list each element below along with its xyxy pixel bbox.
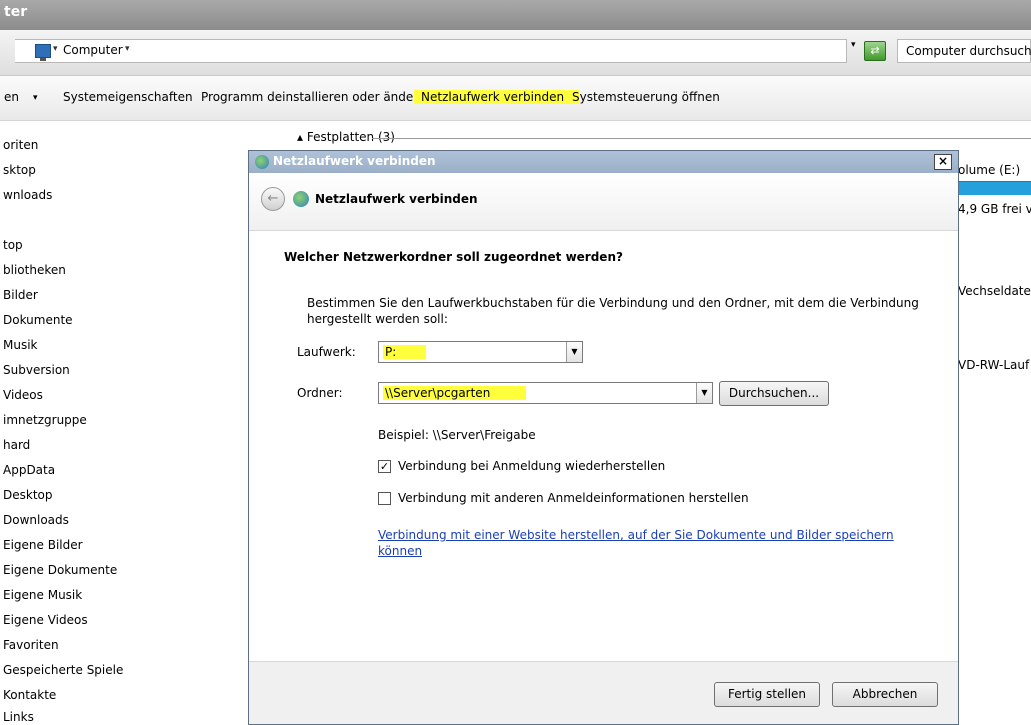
breadcrumb-dropdown-icon[interactable]: ▾ <box>125 44 130 54</box>
removable-storage[interactable]: Vechseldaten <box>958 284 1031 298</box>
map-network-drive-button[interactable]: Netzlaufwerk verbinden <box>414 90 580 104</box>
drive-label: Laufwerk: <box>297 345 356 359</box>
dialog-titlebar[interactable]: Netzlaufwerk verbinden <box>249 151 958 173</box>
dropdown-arrow-icon[interactable]: ▼ <box>696 383 712 403</box>
explorer-titlebar: ter <box>0 0 1031 30</box>
close-icon[interactable]: × <box>934 154 952 170</box>
drive-letter-select[interactable]: P: ▼ <box>378 341 583 363</box>
drive-free-space: 4,9 GB frei v <box>958 202 1031 216</box>
network-drive-icon <box>255 155 269 169</box>
group-header-harddisks[interactable]: ▴ Festplatten (3) <box>297 130 395 144</box>
dropdown-arrow-icon[interactable]: ▼ <box>566 342 582 362</box>
nav-item[interactable]: Videos <box>3 388 43 402</box>
map-drive-dialog: Netzlaufwerk verbinden ← Netzlaufwerk ve… <box>248 150 959 725</box>
system-properties-button[interactable]: Systemeigenschaften <box>63 90 193 104</box>
wizard-body: Welcher Netzwerkordner soll zugeordnet w… <box>249 231 958 661</box>
finish-button[interactable]: Fertig stellen <box>714 682 820 707</box>
nav-item[interactable]: Bilder <box>3 288 38 302</box>
uninstall-program-button[interactable]: Programm deinstallieren oder ändern <box>201 90 426 104</box>
address-history-icon[interactable]: ▾ <box>851 40 856 50</box>
nav-item[interactable]: Musik <box>3 338 38 352</box>
breadcrumb-computer[interactable]: Computer <box>63 43 123 57</box>
nav-item[interactable]: AppData <box>3 463 55 477</box>
back-button[interactable]: ← <box>261 187 285 211</box>
dialog-title: Netzlaufwerk verbinden <box>273 154 436 168</box>
window-title: ter <box>4 4 28 20</box>
computer-icon <box>35 44 51 61</box>
nav-item[interactable]: Eigene Bilder <box>3 538 83 552</box>
wizard-header: ← Netzlaufwerk verbinden <box>249 173 958 231</box>
nav-item[interactable]: Eigene Videos <box>3 613 88 627</box>
open-control-panel-button[interactable]: Systemsteuerung öffnen <box>572 90 720 104</box>
nav-item[interactable]: Gespeicherte Spiele <box>3 663 123 677</box>
wizard-title: Netzlaufwerk verbinden <box>315 192 478 206</box>
address-bar[interactable]: ▾ Computer ▾ <box>15 39 847 63</box>
nav-item[interactable]: Favoriten <box>3 638 59 652</box>
nav-item[interactable]: imnetzgruppe <box>3 413 87 427</box>
nav-item[interactable]: Dokumente <box>3 313 73 327</box>
nav-item[interactable]: Eigene Dokumente <box>3 563 117 577</box>
command-bar: en ▾ Systemeigenschaften Programm deinst… <box>0 76 1031 121</box>
website-link[interactable]: Verbindung mit einer Website herstellen,… <box>378 527 918 559</box>
folder-input[interactable]: \\Server\pcgarten ▼ <box>378 382 713 404</box>
nav-item[interactable]: bliotheken <box>3 263 66 277</box>
search-input[interactable]: Computer durchsuchen <box>897 39 1031 63</box>
nav-item[interactable]: Desktop <box>3 488 53 502</box>
cancel-button[interactable]: Abbrechen <box>832 682 938 707</box>
organize-button[interactable]: en <box>4 90 19 104</box>
example-text: Beispiel: \\Server\Freigabe <box>378 428 536 442</box>
browse-button[interactable]: Durchsuchen... <box>719 381 829 406</box>
reconnect-label[interactable]: Verbindung bei Anmeldung wiederherstelle… <box>398 459 665 473</box>
drive-letter-value: P: <box>383 345 427 359</box>
drive-usage-bar <box>958 181 1031 195</box>
nav-item[interactable]: oriten <box>3 138 38 152</box>
nav-item[interactable]: sktop <box>3 163 36 177</box>
nav-item[interactable]: wnloads <box>3 188 52 202</box>
group-header-label: Festplatten (3) <box>306 130 395 144</box>
address-row: ▾ Computer ▾ ▾ ⇄ Computer durchsuchen <box>0 30 1031 76</box>
network-drive-icon <box>293 191 309 207</box>
organize-dropdown-icon[interactable]: ▾ <box>33 93 38 103</box>
nav-item[interactable]: Subversion <box>3 363 70 377</box>
nav-item[interactable]: top <box>3 238 23 252</box>
dialog-footer: Fertig stellen Abbrechen <box>249 661 958 724</box>
dvd-drive[interactable]: VD-RW-Lauf <box>958 358 1029 372</box>
question-heading: Welcher Netzwerkordner soll zugeordnet w… <box>284 250 623 264</box>
nav-item[interactable]: Kontakte <box>3 688 56 702</box>
nav-item[interactable]: Links <box>3 710 34 724</box>
other-credentials-label[interactable]: Verbindung mit anderen Anmeldeinformatio… <box>398 491 749 505</box>
reconnect-checkbox[interactable]: ✓ <box>378 460 391 473</box>
search-placeholder: Computer durchsuchen <box>906 44 1031 58</box>
group-divider <box>372 138 1031 139</box>
folder-value: \\Server\pcgarten <box>383 386 527 400</box>
drive-volume-e[interactable]: olume (E:) <box>958 163 1020 177</box>
folder-label: Ordner: <box>297 386 343 400</box>
other-credentials-checkbox[interactable] <box>378 492 391 505</box>
breadcrumb-arrow-icon[interactable]: ▾ <box>53 44 58 54</box>
nav-item[interactable]: Eigene Musik <box>3 588 82 602</box>
nav-item[interactable]: Downloads <box>3 513 69 527</box>
nav-item[interactable]: hard <box>3 438 30 452</box>
instructions-text: Bestimmen Sie den Laufwerkbuchstaben für… <box>307 296 919 326</box>
refresh-button[interactable]: ⇄ <box>864 41 886 61</box>
